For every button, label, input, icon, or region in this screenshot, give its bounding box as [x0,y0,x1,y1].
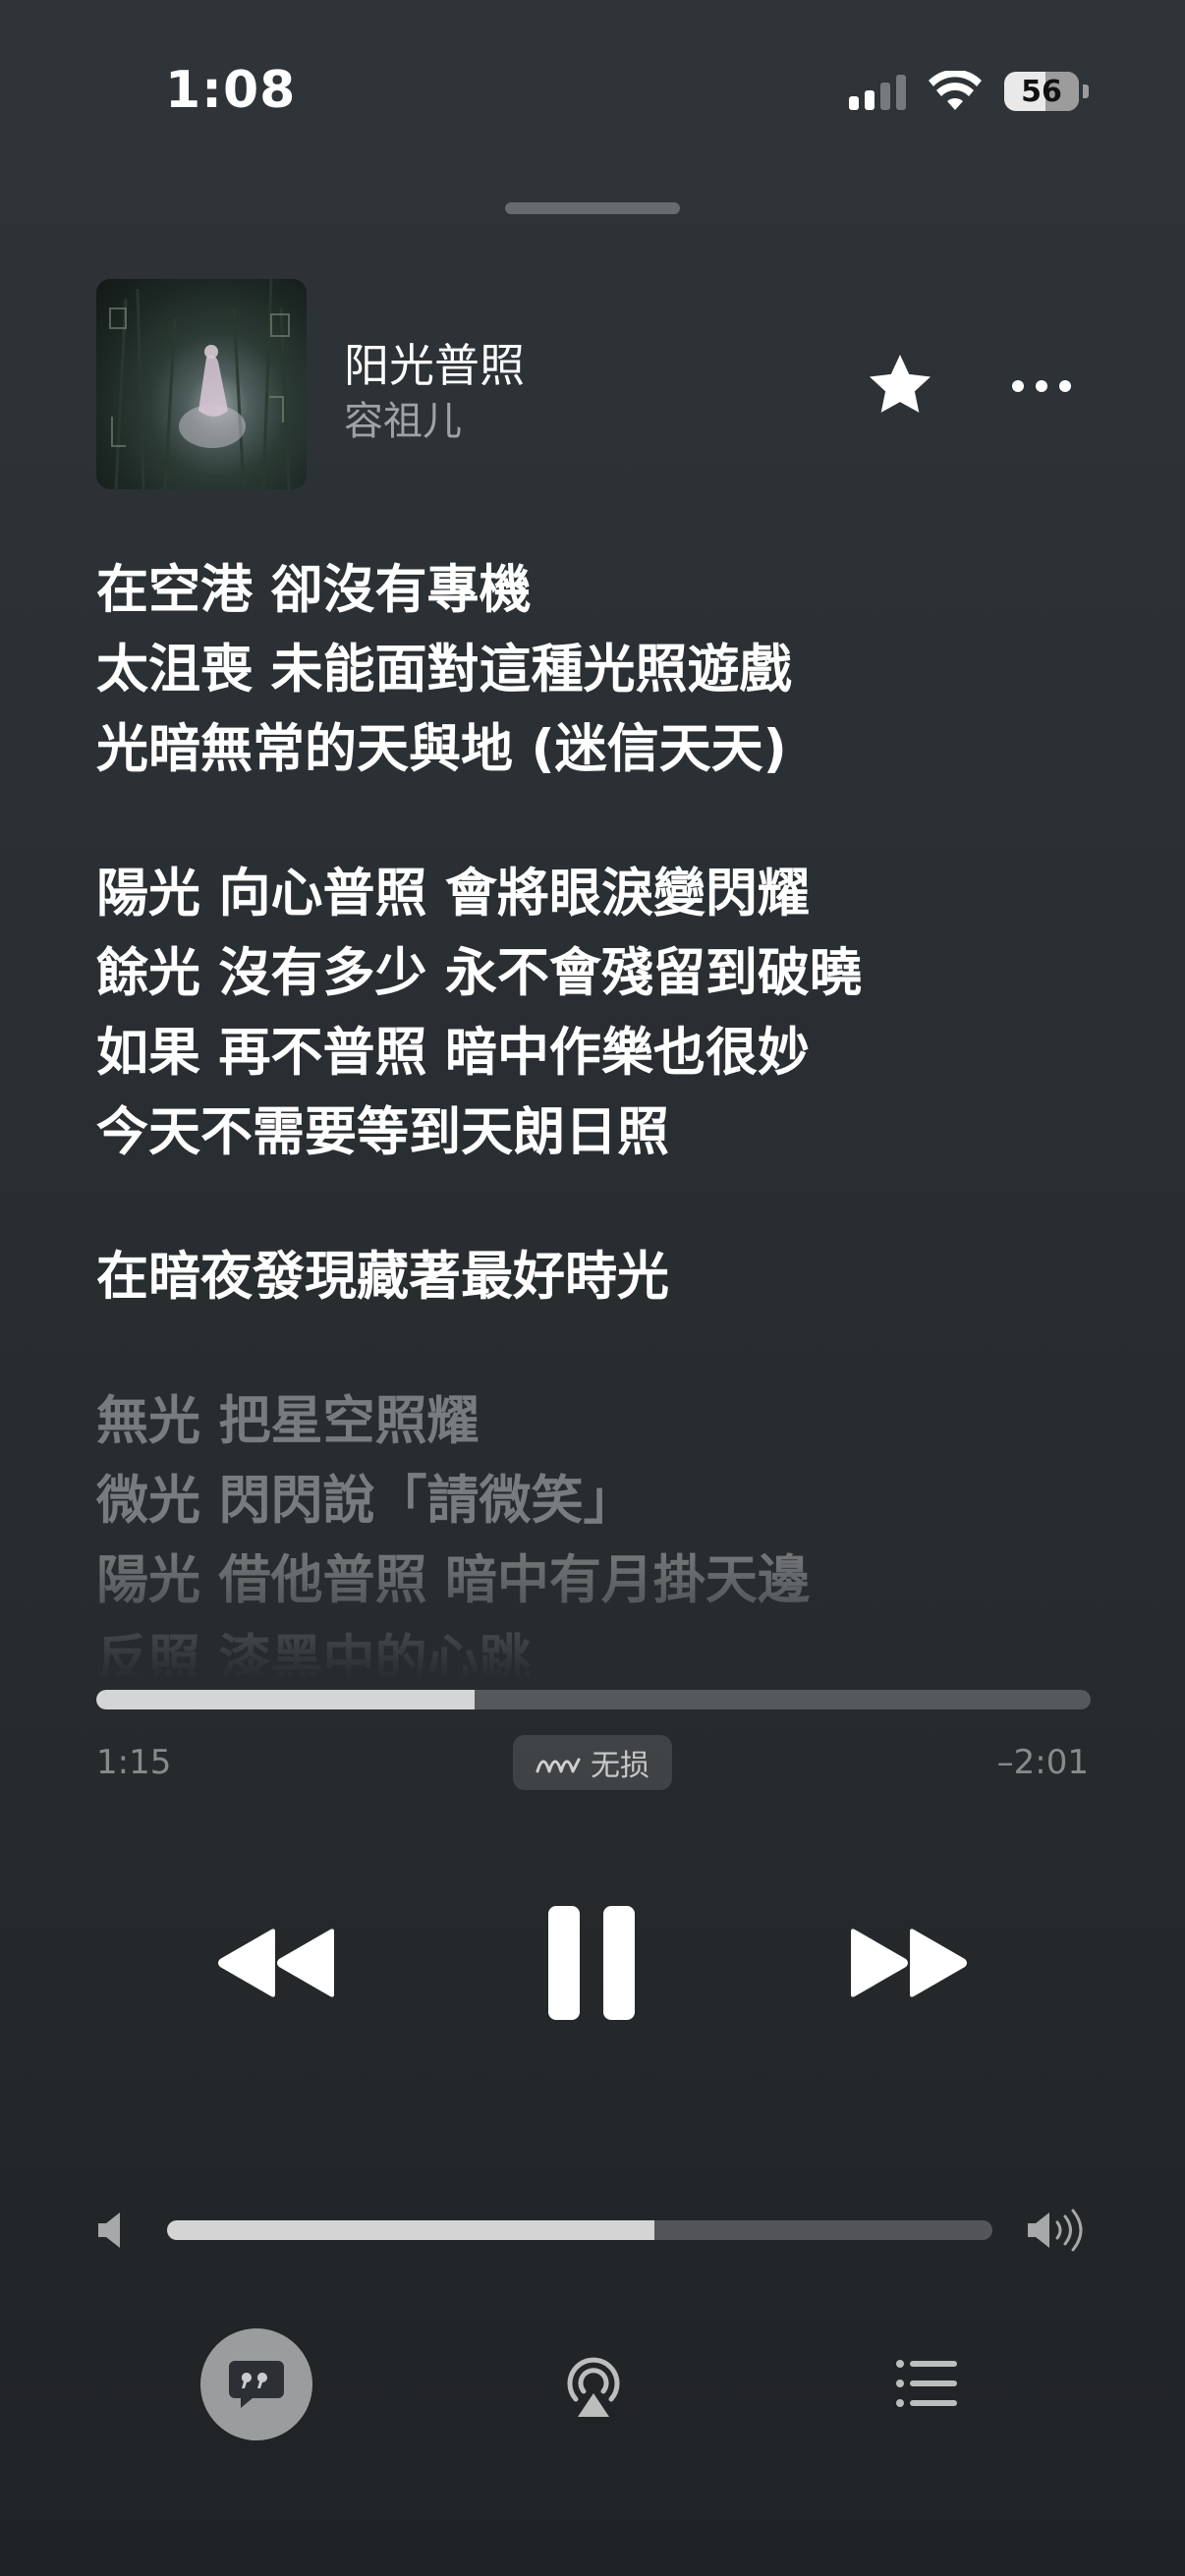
wifi-icon [929,71,982,110]
lyric-line[interactable]: 在空港 卻沒有專機 [96,550,1099,630]
status-time: 1:08 [165,61,297,120]
playback-progress-fill [96,1690,475,1709]
fast-forward-button[interactable] [845,1924,971,2002]
airplay-button[interactable] [560,2350,627,2421]
playback-scrubber[interactable] [96,1690,1091,1709]
pause-button[interactable] [546,1904,637,2022]
time-remaining: –2:01 [996,1743,1089,1782]
lyric-line[interactable]: 光暗無常的天與地 (迷信天天) [96,709,1099,789]
album-artwork-image [109,279,291,489]
queue-list-icon [896,2360,957,2407]
track-title: 阳光普照 [344,339,525,392]
lyrics-button[interactable] [200,2328,312,2440]
cellular-signal-icon [849,73,906,110]
lyric-line[interactable]: 陽光 借他普照 暗中有月掛天邊 [96,1540,1099,1620]
pause-icon [548,1906,635,2020]
battery-percent: 56 [1021,74,1062,109]
lyric-line[interactable]: 在暗夜發現藏著最好時光 [96,1237,1099,1316]
lyric-line[interactable]: 微光 閃閃說「請微笑」 [96,1461,1099,1540]
lyrics-panel[interactable]: 在空港 卻沒有專機 太沮喪 未能面對這種光照遊戲 光暗無常的天與地 (迷信天天)… [96,550,1099,1680]
speaker-min-icon [96,2211,130,2250]
time-elapsed: 1:15 [96,1743,172,1782]
status-icons: 56 [849,71,1089,112]
lyric-line[interactable]: 太沮喪 未能面對這種光照遊戲 [96,630,1099,709]
lyrics-quote-icon [229,2361,284,2408]
lyric-line[interactable]: 今天不需要等到天朗日照 [96,1092,1099,1172]
fast-forward-icon [851,1929,967,1997]
track-artist[interactable]: 容祖儿 [344,389,462,446]
lyric-line[interactable]: 無光 把星空照耀 [96,1381,1099,1461]
favorite-button[interactable] [863,348,937,422]
lyric-line[interactable]: 陽光 向心普照 會將眼淚變閃耀 [96,854,1099,933]
queue-button[interactable] [894,2356,959,2411]
rewind-button[interactable] [214,1924,340,2002]
star-icon [869,354,931,413]
rewind-icon [218,1929,334,1997]
lossless-label: 无损 [591,1749,649,1783]
airplay-icon [567,2357,620,2417]
battery-icon: 56 [1004,72,1089,111]
album-artwork[interactable] [96,279,307,489]
sheet-grabber[interactable] [505,202,680,214]
volume-slider[interactable] [167,2220,992,2240]
lossless-waveform-icon [536,1758,581,1773]
speaker-max-icon [1026,2209,1087,2252]
lyric-line[interactable]: 如果 再不普照 暗中作樂也很妙 [96,1013,1099,1092]
more-button[interactable] [1006,362,1077,411]
volume-level-fill [167,2220,654,2240]
lyric-line[interactable]: 反照 漆黑中的心跳 [96,1620,1099,1680]
lyric-line[interactable]: 餘光 沒有多少 永不會殘留到破曉 [96,933,1099,1013]
ellipsis-icon [1012,380,1071,392]
lossless-badge[interactable]: 无损 [513,1735,672,1790]
